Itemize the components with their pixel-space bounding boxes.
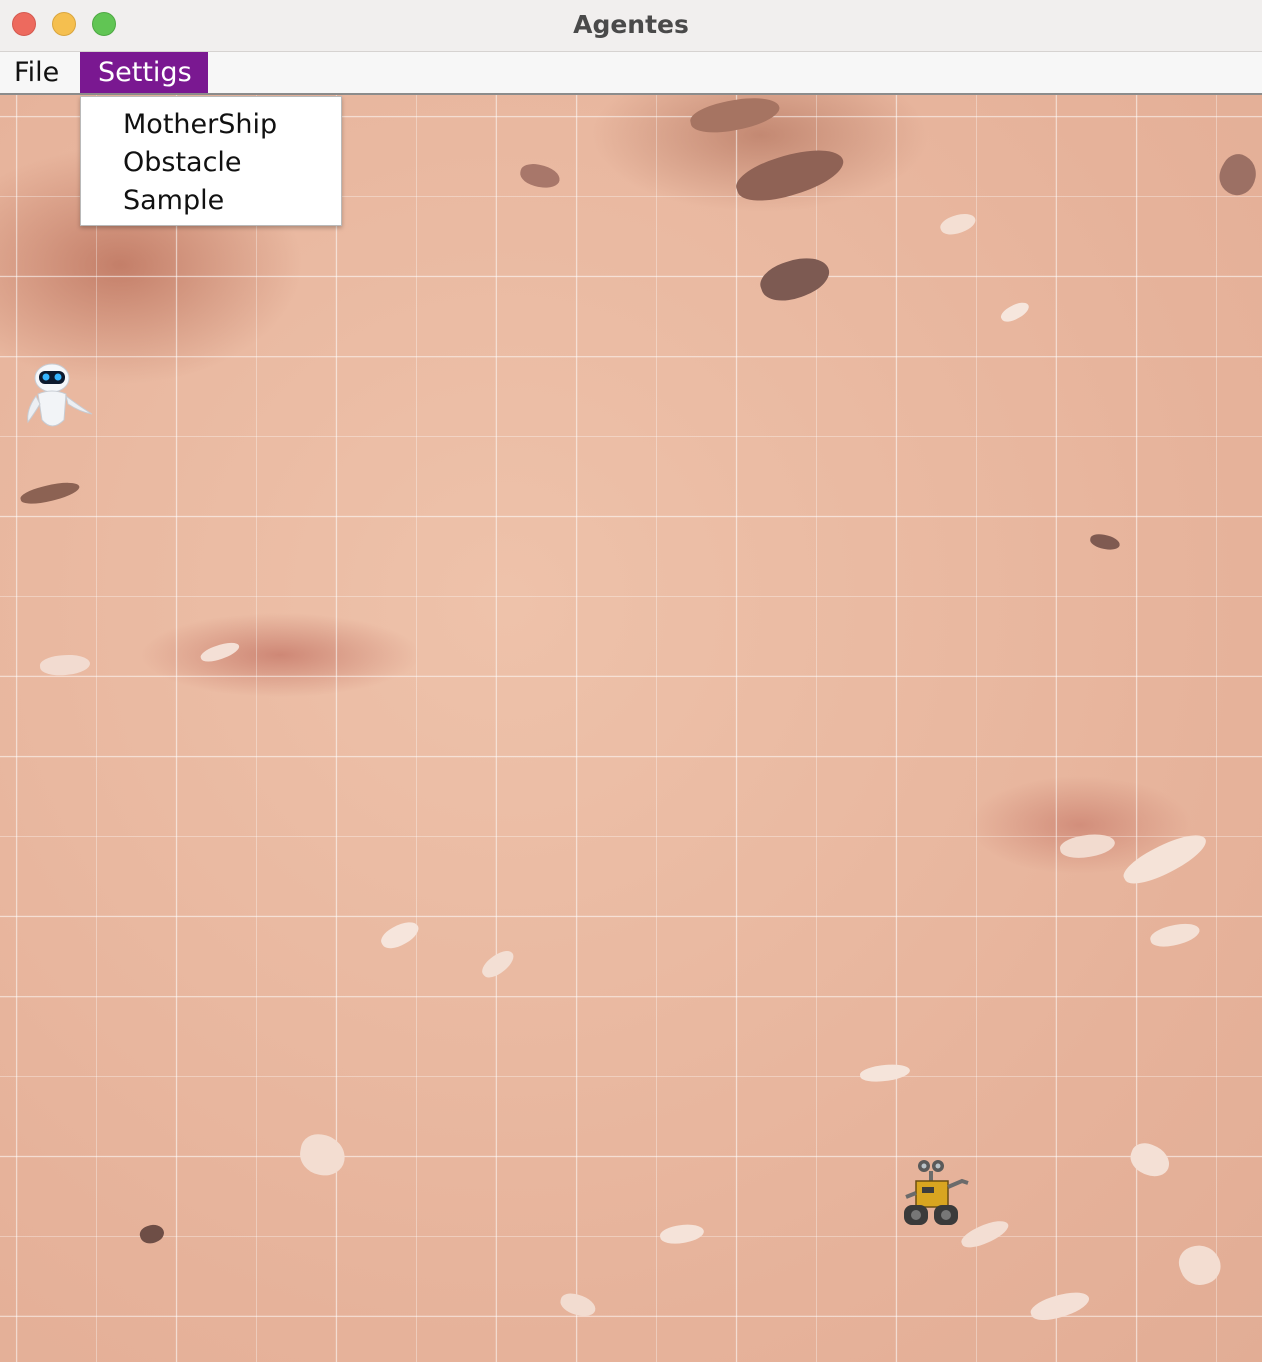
environment-grid[interactable] (0, 95, 1262, 1362)
menu-settings[interactable]: Settigs (80, 52, 208, 93)
menu-item-mothership[interactable]: MotherShip (123, 106, 277, 144)
grid-lines (0, 95, 1262, 1362)
walle-robot-icon[interactable] (898, 1157, 974, 1233)
window-title: Agentes (573, 10, 689, 39)
menu-item-sample[interactable]: Sample (123, 182, 224, 220)
eve-robot-icon[interactable] (22, 358, 96, 434)
settings-dropdown-menu: MotherShip Obstacle Sample (80, 96, 342, 226)
menu-file[interactable]: File (0, 52, 73, 93)
title-bar: Agentes (0, 0, 1262, 52)
menu-bar: File Settigs (0, 52, 1262, 95)
menu-item-obstacle[interactable]: Obstacle (123, 144, 242, 182)
